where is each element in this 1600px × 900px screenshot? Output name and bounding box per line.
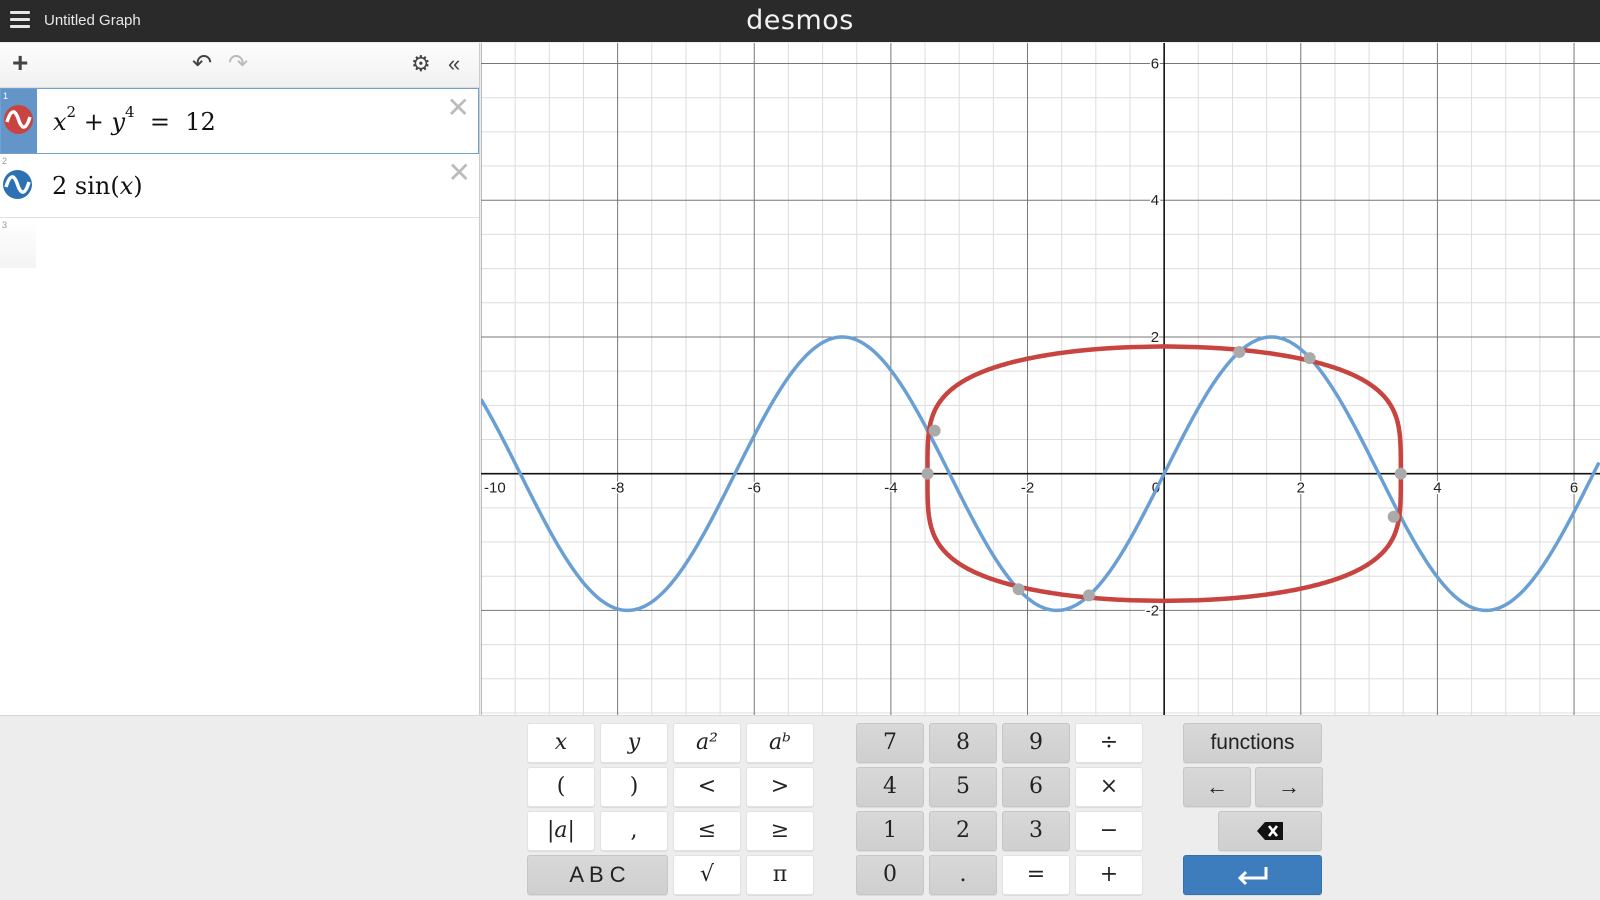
x-tick-label: 6	[1570, 480, 1578, 497]
greater-equal-key[interactable]: ≥	[746, 811, 814, 851]
enter-key[interactable]	[1183, 855, 1322, 895]
intersection-point	[1233, 345, 1246, 358]
intersection-point	[1303, 352, 1316, 365]
x-tick-label: -6	[748, 480, 761, 497]
y-tick-label: 6	[1151, 56, 1159, 73]
y-tick-label: -2	[1146, 602, 1159, 619]
intersection-point	[1083, 589, 1096, 602]
intersection-point	[1394, 467, 1407, 480]
gear-icon[interactable]: ⚙	[411, 52, 431, 76]
six-key[interactable]: 6	[1002, 767, 1070, 807]
five-key[interactable]: 5	[929, 767, 997, 807]
math-keypad: x y a² aᵇ () < > |a|, ≤ ≥ A B C √ π 7 8 9 ÷ 4 5 6 × 1 2 3− 0. = +…	[0, 715, 1600, 900]
intersection-point	[1387, 510, 1400, 523]
expression-index: 1	[3, 91, 9, 101]
expression-list-panel: + ↶ ↷ ⚙ « 1 x2 + y4 = 12 ✕ 2 2 sin(x) ✕ …	[0, 43, 480, 759]
delete-expression-close-icon[interactable]: ✕	[448, 156, 471, 189]
abc-key[interactable]: A B C	[527, 855, 668, 895]
close-paren-key[interactable]: )	[600, 767, 668, 807]
y-tick-label: 4	[1151, 192, 1159, 209]
x-tick-label: -10	[484, 480, 506, 497]
comma-key[interactable]: ,	[600, 811, 668, 851]
two-key[interactable]: 2	[929, 811, 997, 851]
expression-toolbar: + ↶ ↷ ⚙ «	[0, 43, 479, 88]
expression-index: 2	[2, 156, 8, 166]
graph-style-icon[interactable]	[4, 105, 33, 134]
collapse-list-double-chevron-icon[interactable]: «	[448, 52, 460, 76]
undo-icon[interactable]: ↶	[192, 52, 212, 76]
expression-gutter: 2	[0, 154, 36, 217]
eight-key[interactable]: 8	[929, 723, 997, 763]
intersection-point	[1012, 583, 1025, 596]
equals-key[interactable]: =	[1002, 855, 1070, 895]
abs-key[interactable]: |a|	[527, 811, 595, 851]
redo-icon[interactable]: ↷	[228, 52, 248, 76]
y-tick-label: 2	[1151, 329, 1159, 346]
decimal-key[interactable]: .	[929, 855, 997, 895]
expression-index: 3	[2, 220, 8, 230]
expression-math[interactable]: x2 + y4 = 12	[53, 103, 216, 136]
functions-key[interactable]: functions	[1183, 723, 1322, 763]
sqrt-key[interactable]: √	[673, 855, 741, 895]
multiply-key[interactable]: ×	[1075, 767, 1143, 807]
x-tick-label: 2	[1297, 480, 1305, 497]
divide-key[interactable]: ÷	[1075, 723, 1143, 763]
three-key[interactable]: 3	[1002, 811, 1070, 851]
less-equal-key[interactable]: ≤	[673, 811, 741, 851]
backspace-icon	[1257, 822, 1283, 840]
top-bar: Untitled Graph desmos	[0, 0, 1600, 42]
square-key[interactable]: a²	[673, 723, 741, 763]
x-tick-label: -2	[1021, 480, 1034, 497]
right-arrow-key[interactable]: →	[1255, 767, 1323, 807]
expression-gutter: 3	[0, 218, 36, 268]
x-key[interactable]: x	[527, 723, 595, 763]
backspace-key[interactable]	[1218, 811, 1322, 851]
open-paren-key[interactable]: (	[527, 767, 595, 807]
greater-than-key[interactable]: >	[746, 767, 814, 807]
add-expression-plus-icon[interactable]: +	[12, 49, 28, 77]
intersection-point	[921, 467, 934, 480]
expression-item[interactable]: 2 2 sin(x) ✕	[0, 154, 479, 218]
zero-key[interactable]: 0	[856, 855, 924, 895]
x-tick-label: 4	[1433, 480, 1441, 497]
expression-gutter: 1	[1, 89, 37, 153]
x-tick-label: -4	[884, 480, 897, 497]
delete-expression-close-icon[interactable]: ✕	[447, 91, 470, 124]
pi-key[interactable]: π	[746, 855, 814, 895]
minus-key[interactable]: −	[1075, 811, 1143, 851]
four-key[interactable]: 4	[856, 767, 924, 807]
expression-item[interactable]: 1 x2 + y4 = 12 ✕	[0, 88, 479, 154]
x-tick-label: -8	[611, 480, 624, 497]
expression-item-empty[interactable]: 3	[0, 218, 479, 268]
one-key[interactable]: 1	[856, 811, 924, 851]
y-key[interactable]: y	[600, 723, 668, 763]
graph-svg[interactable]: -10 -8 -6 -4 -2 0 2 4 6642-2	[481, 43, 1600, 715]
graph-canvas[interactable]: -10 -8 -6 -4 -2 0 2 4 6 6 4 2 -2	[481, 43, 1600, 715]
left-arrow-key[interactable]: ←	[1183, 767, 1251, 807]
graph-style-icon[interactable]	[3, 170, 32, 199]
nine-key[interactable]: 9	[1002, 723, 1070, 763]
less-than-key[interactable]: <	[673, 767, 741, 807]
power-key[interactable]: aᵇ	[746, 723, 814, 763]
desmos-logo: desmos	[746, 5, 854, 36]
expression-math[interactable]: 2 sin(x)	[52, 172, 143, 200]
intersection-point	[928, 424, 941, 437]
enter-icon	[1237, 867, 1267, 886]
plus-key[interactable]: +	[1075, 855, 1143, 895]
seven-key[interactable]: 7	[856, 723, 924, 763]
